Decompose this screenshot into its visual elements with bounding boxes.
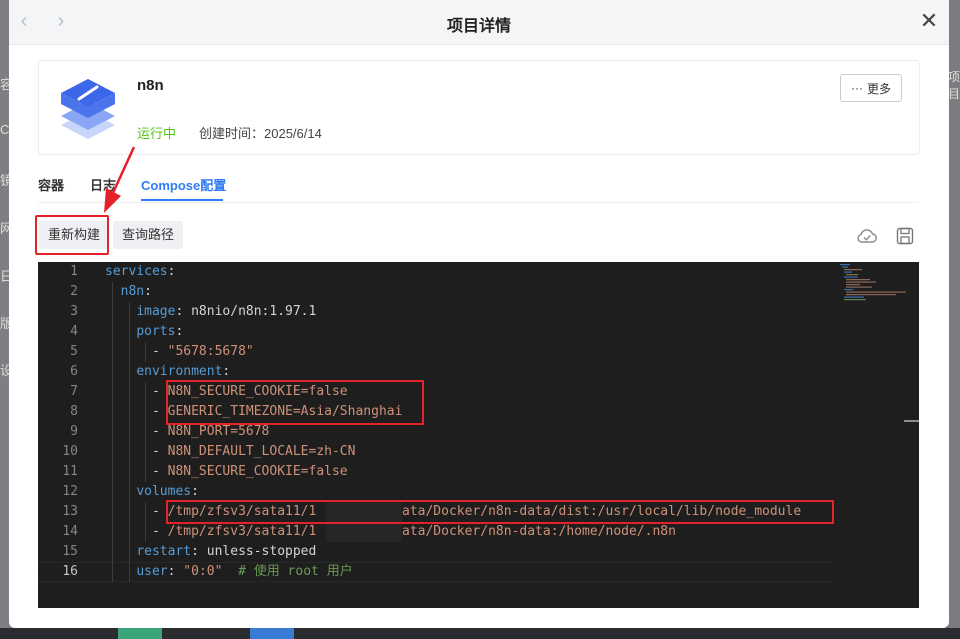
code-string: "5678:5678"	[167, 344, 254, 359]
code-line: 11 - N8N_SECURE_COOKIE=false	[38, 462, 834, 482]
modal-header: ‹ › 项目详情 ✕	[9, 0, 949, 45]
code-value: unless-stopped	[206, 544, 317, 559]
created-time: 创建时间：2025/6/14	[199, 126, 322, 141]
code-comment: # 使用 root 用户	[222, 564, 353, 579]
code-string: N8N_PORT=5678	[167, 424, 270, 439]
background-text: 项目	[948, 70, 960, 101]
code-punct: -	[151, 344, 168, 359]
line-number: 7	[70, 384, 78, 399]
more-button-label: 更多	[866, 81, 891, 96]
line-number: 4	[70, 324, 78, 339]
code-line: 7 - N8N_SECURE_COOKIE=false	[38, 382, 834, 402]
code-minimap[interactable]	[838, 262, 908, 302]
more-button[interactable]: ··· 更多	[840, 74, 902, 102]
tab-containers[interactable]: 容器	[38, 175, 64, 194]
code-line: 6 environment:	[38, 362, 834, 382]
code-punct: :	[175, 324, 184, 339]
code-line: 15 restart: unless-stopped	[38, 542, 834, 562]
tab-compose-config[interactable]: Compose配置	[141, 175, 226, 194]
line-number: 1	[70, 264, 78, 279]
background-app-icon	[118, 628, 162, 639]
cloud-check-icon[interactable]	[856, 225, 878, 247]
line-number: 11	[62, 464, 78, 479]
code-key: volumes	[136, 484, 192, 499]
code-punct: -	[151, 424, 168, 439]
project-detail-modal: ‹ › 项目详情 ✕ n8n 运行中 创建时间：2025/6/14 ··· 更多…	[9, 0, 949, 628]
line-number: 16	[62, 564, 78, 579]
line-number: 9	[70, 424, 78, 439]
line-number: 14	[62, 524, 78, 539]
code-key: user	[136, 564, 168, 579]
code-punct: :	[191, 484, 199, 499]
code-line: 3 image: n8nio/n8n:1.97.1	[38, 302, 834, 322]
tab-logs[interactable]: 日志	[90, 175, 116, 194]
code-line: 9 - N8N_PORT=5678	[38, 422, 834, 442]
line-number: 12	[62, 484, 78, 499]
background-right-panel: 项目	[948, 0, 960, 639]
code-punct: -	[151, 444, 168, 459]
n8n-app-logo	[61, 79, 115, 139]
code-punct: :	[222, 364, 231, 379]
line-number: 10	[62, 444, 78, 459]
code-line: 12 volumes:	[38, 482, 834, 502]
code-punct: :	[175, 304, 192, 319]
scrollbar-marker[interactable]	[904, 420, 919, 422]
line-number: 2	[70, 284, 78, 299]
code-punct: -	[151, 524, 168, 539]
code-string: /tmp/zfsv3/sata11/1	[167, 524, 317, 539]
code-line: 10 - N8N_DEFAULT_LOCALE=zh-CN	[38, 442, 834, 462]
line-number: 6	[70, 364, 78, 379]
line-number: 8	[70, 404, 78, 419]
code-punct: :	[167, 564, 184, 579]
ellipsis-icon: ···	[850, 81, 863, 95]
code-key: ports	[136, 324, 176, 339]
code-key: restart	[136, 544, 192, 559]
project-card: n8n 运行中 创建时间：2025/6/14 ··· 更多	[38, 60, 920, 155]
code-line: 16 user: "0:0" # 使用 root 用户	[38, 562, 834, 582]
code-string: "0:0"	[183, 564, 223, 579]
project-name: n8n	[137, 77, 164, 94]
code-line: 1 services:	[38, 262, 834, 282]
query-path-button[interactable]: 查询路径	[113, 221, 184, 249]
annotation-highlight-box	[166, 500, 834, 524]
code-line: 8 - GENERIC_TIMEZONE=Asia/Shanghai	[38, 402, 834, 422]
modal-title: 项目详情	[446, 18, 511, 35]
code-line: 5 - "5678:5678"	[38, 342, 834, 362]
background-app-icon	[250, 628, 294, 639]
compose-code-editor[interactable]: 1 services: 2 n8n: 3 image: n8nio/n8n:1.9…	[38, 262, 919, 608]
code-string: N8N_SECURE_COOKIE=false	[167, 464, 348, 479]
close-icon[interactable]: ✕	[917, 9, 941, 33]
code-punct: :	[167, 264, 176, 279]
code-value: n8nio/n8n:1.97.1	[191, 304, 317, 319]
code-string: N8N_DEFAULT_LOCALE=zh-CN	[167, 444, 356, 459]
code-key: services	[105, 264, 168, 279]
line-number: 3	[70, 304, 78, 319]
tab-bar: 容器 日志 Compose配置	[38, 170, 918, 203]
save-icon[interactable]	[894, 225, 916, 247]
code-line: 14 - /tmp/zfsv3/sata11/1/data/Docker/n8n…	[38, 522, 834, 542]
line-number: 5	[70, 344, 78, 359]
code-punct: -	[151, 464, 168, 479]
status-badge: 运行中	[137, 126, 177, 141]
line-number: 15	[62, 544, 78, 559]
annotation-highlight-box	[35, 215, 109, 255]
redacted-region	[326, 522, 402, 542]
code-key: n8n	[120, 284, 145, 299]
code-key: environment	[136, 364, 223, 379]
code-line: 2 n8n:	[38, 282, 834, 302]
code-punct: :	[191, 544, 207, 559]
annotation-highlight-box	[166, 380, 424, 425]
code-string: /data/Docker/n8n-data:/home/node/.n8n	[386, 524, 676, 539]
code-line: 4 ports:	[38, 322, 834, 342]
code-punct: :	[144, 284, 152, 299]
line-number: 13	[62, 504, 78, 519]
active-tab-indicator	[141, 199, 223, 201]
code-key: image	[136, 304, 176, 319]
